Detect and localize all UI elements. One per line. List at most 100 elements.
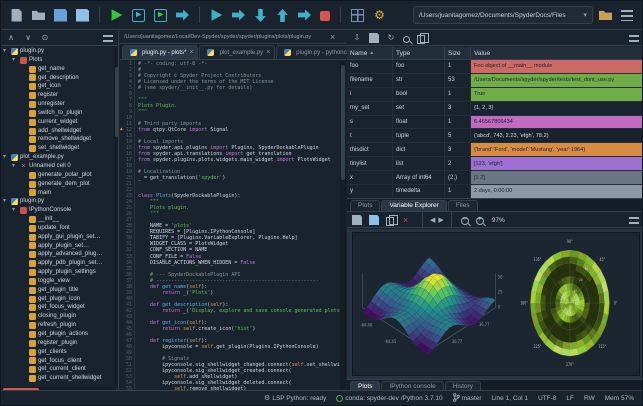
save-file-icon[interactable]	[54, 9, 67, 22]
zoom-in-icon[interactable]	[476, 217, 484, 225]
code-area[interactable]: # -*- coding: utf-8 -*-## Copyright © Sp…	[135, 61, 340, 392]
outline-scrollbar[interactable]	[114, 47, 118, 384]
outline-item[interactable]: generate_polar_plot	[1, 171, 114, 180]
status-encoding[interactable]: UTF-8	[538, 395, 556, 402]
collapse-all-icon[interactable]: ∧	[6, 33, 16, 43]
editor-body[interactable]: 1234567891011▲12131415161718192021222324…	[120, 61, 340, 392]
status-eol[interactable]: LF	[566, 395, 574, 402]
status-conda[interactable]: conda: spyder-dev /Python 3.7.10	[336, 395, 442, 402]
outline-item[interactable]: get_plugin_title	[1, 286, 114, 295]
var-tab-variable-explorer[interactable]: Variable Explorer	[381, 200, 446, 211]
working-directory-selector[interactable]: /Users/juanitagomez/Documents/SpyderDocs…	[413, 6, 593, 24]
open-file-icon[interactable]	[32, 9, 45, 22]
table-row[interactable]: ibool1True	[347, 88, 643, 102]
outline-item[interactable]: ▾plugin.py	[1, 197, 114, 206]
column-type[interactable]: Type	[393, 47, 445, 59]
import-data-icon[interactable]: ⇩	[352, 33, 362, 43]
editor-tab[interactable]: plugin.py - plots*×	[122, 45, 198, 59]
copy-icon[interactable]	[417, 35, 425, 44]
outline-item[interactable]: closing_plugin	[1, 312, 114, 321]
toolbar-menu-icon[interactable]	[621, 10, 633, 21]
outline-item[interactable]: update_font	[1, 224, 114, 233]
outline-item[interactable]: apply_gui_plugin_set…	[1, 233, 114, 242]
outline-item[interactable]: ▾plugin.py	[1, 47, 114, 56]
var-tab-files[interactable]: Files	[448, 200, 478, 211]
expand-arrow[interactable]: ▾	[3, 47, 9, 56]
step-into-icon[interactable]	[254, 9, 267, 22]
outline-item[interactable]: refresh_plugin	[1, 321, 114, 330]
browse-directory-icon[interactable]	[599, 9, 612, 22]
outline-item[interactable]: get_plugin_actions	[1, 330, 114, 339]
outline-item[interactable]: generate_dem_plot	[1, 180, 114, 189]
save-plot-icon[interactable]	[352, 215, 362, 225]
status-git-branch[interactable]: master	[453, 393, 482, 404]
status-cursor-position[interactable]: Line 1, Col 1	[492, 395, 529, 402]
refresh-icon[interactable]: ↻	[386, 33, 396, 43]
new-file-icon[interactable]	[10, 9, 23, 22]
outline-item[interactable]: __init__	[1, 215, 114, 224]
remove-plot-icon[interactable]: ×	[403, 215, 413, 225]
run-cell-advance-icon[interactable]	[154, 9, 167, 22]
search-icon[interactable]	[403, 36, 410, 43]
scrollbar-thumb[interactable]	[341, 65, 345, 180]
outline-item[interactable]: register	[1, 91, 114, 100]
previous-plot-icon[interactable]: ◀	[430, 214, 435, 227]
outline-item[interactable]: get_name	[1, 65, 114, 74]
expand-arrow[interactable]: ▾	[12, 162, 18, 171]
table-row[interactable]: sfloat16.46567806434	[347, 116, 643, 130]
outline-item[interactable]: unregister	[1, 100, 114, 109]
go-to-cursor-icon[interactable]: ⊙	[40, 33, 50, 43]
outline-item[interactable]: ▾plot_example.py	[1, 153, 114, 162]
outline-item[interactable]: ▾×Unnamed cell 0	[1, 162, 114, 171]
editor-scrollbar[interactable]	[340, 61, 346, 392]
run-cell-icon[interactable]	[132, 9, 145, 22]
table-row[interactable]: xArray of int64(2,)[1 2]	[347, 171, 643, 185]
column-value[interactable]: Value	[471, 47, 643, 59]
outline-item[interactable]: apply_plugin_set…	[1, 242, 114, 251]
tab-close-icon[interactable]: ×	[189, 49, 193, 56]
outline-item[interactable]: apply_plugin_settings	[1, 268, 114, 277]
outline-item[interactable]: get_current_client	[1, 365, 114, 374]
step-out-icon[interactable]	[276, 9, 289, 22]
outline-item[interactable]: add_shellwidget	[1, 127, 114, 136]
outline-item[interactable]: get_focus_client	[1, 357, 114, 366]
outline-item[interactable]: remove_shellwidget	[1, 135, 114, 144]
next-plot-icon[interactable]: ▶	[438, 214, 443, 227]
expand-all-icon[interactable]: ∨	[23, 33, 33, 43]
status-permissions[interactable]: RW	[584, 395, 595, 402]
variable-explorer-options-icon[interactable]	[629, 35, 639, 43]
table-row[interactable]: my_setset3{1, 2, 3}	[347, 102, 643, 116]
zoom-out-icon[interactable]	[461, 217, 469, 225]
plot-display-area[interactable]: 30.7736.77-64.45-64.4002550 0°45°90°135°…	[347, 229, 643, 379]
run-selection-icon[interactable]	[176, 9, 189, 22]
run-file-icon[interactable]	[110, 9, 123, 22]
outline-item[interactable]: get_current_shellwidget	[1, 374, 114, 383]
table-row[interactable]: foofoo1Foo object of __main__ module	[347, 60, 643, 74]
status-memory[interactable]: Mem 57%	[605, 395, 634, 402]
outline-item[interactable]: get_icon	[1, 82, 114, 91]
table-row[interactable]: filenamestr53/Users/Documents/spyder/spy…	[347, 74, 643, 88]
save-data-icon[interactable]	[369, 33, 379, 43]
tab-close-icon[interactable]: ×	[266, 49, 270, 56]
outline-item[interactable]: apply_advanced_plug…	[1, 250, 114, 259]
expand-arrow[interactable]: ▾	[3, 197, 9, 206]
step-over-icon[interactable]	[232, 9, 245, 22]
outline-item[interactable]: get_clients	[1, 348, 114, 357]
table-row[interactable]: ttuple5('abcd', 743, 2.23, 'efgh', 78.2)	[347, 129, 643, 143]
column-size[interactable]: Size	[445, 47, 471, 59]
var-tab-plots[interactable]: Plots	[350, 200, 380, 211]
outline-item[interactable]: ▾IPythonConsole	[1, 206, 114, 215]
outline-item[interactable]: set_shellwidget	[1, 144, 114, 153]
close-split-icon[interactable]: ×	[330, 32, 340, 42]
stop-debug-icon[interactable]	[320, 11, 330, 21]
save-all-plots-icon[interactable]	[369, 215, 379, 225]
copy-plot-icon[interactable]	[386, 217, 394, 226]
column-name[interactable]: Name ▲	[347, 47, 393, 59]
outline-item[interactable]: register_plugin	[1, 339, 114, 348]
outline-item[interactable]: current_widget	[1, 118, 114, 127]
table-row[interactable]: thisdictdict3{'brand':'Ford', 'model':'M…	[347, 143, 643, 157]
preferences-icon[interactable]: ⚙	[373, 9, 386, 22]
maximize-pane-icon[interactable]	[351, 9, 364, 22]
editor-tab[interactable]: plot_example.py×	[199, 45, 275, 59]
outline-item[interactable]: get_plugin_icon	[1, 295, 114, 304]
